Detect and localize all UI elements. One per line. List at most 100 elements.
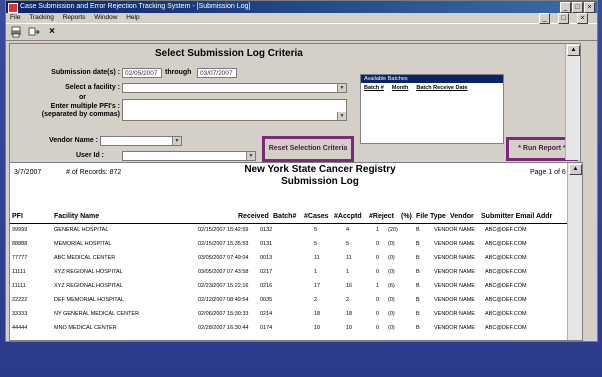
date-to-input[interactable]: 03/07/2007 xyxy=(197,68,237,78)
records-label: # of Records: xyxy=(66,169,108,176)
menu-window[interactable]: Window xyxy=(94,14,117,21)
percent-cell: (6) xyxy=(388,283,395,289)
close-report-icon[interactable]: × xyxy=(46,26,58,38)
menu-tracking[interactable]: Tracking xyxy=(29,14,54,21)
refresh-icon[interactable] xyxy=(28,26,40,38)
rejected-cell: 0 xyxy=(376,269,380,275)
chevron-down-icon[interactable]: ▼ xyxy=(246,152,255,160)
table-row[interactable]: 77777 ABC MEDICAL CENTER 03/05/2007 07:4… xyxy=(10,252,580,264)
percent-cell: (0) xyxy=(388,241,395,247)
reset-criteria-button[interactable]: Reset Selection Criteria xyxy=(262,136,354,162)
facility-cell: MEMORIAL HOSPITAL xyxy=(54,241,112,247)
facility-cell: ABC MEDICAL CENTER xyxy=(54,255,116,261)
table-row[interactable]: 88888 MEMORIAL HOSPITAL 02/15/2007 15:35… xyxy=(10,238,580,250)
pfi-cell: 88888 xyxy=(12,241,28,247)
scroll-up-icon[interactable]: ▲ xyxy=(569,164,582,175)
menu-file[interactable]: File xyxy=(10,14,20,21)
rejected-cell: 0 xyxy=(376,241,380,247)
file-type-cell: B xyxy=(416,255,420,261)
file-type-cell: B xyxy=(416,227,420,233)
batch-date-header[interactable]: Batch Receive Date xyxy=(416,85,467,91)
cases-cell: 5 xyxy=(314,227,318,233)
facility-cell: NY GENERAL MEDICAL CENTER xyxy=(54,311,140,317)
vendor-select[interactable]: ▼ xyxy=(100,136,182,146)
report-scrollbar[interactable]: ▲ xyxy=(567,163,582,340)
file-type-cell: B xyxy=(416,283,420,289)
pfi-cell: 11111 xyxy=(12,283,26,289)
email-cell: ABC@DEF.COM xyxy=(485,227,527,233)
facility-cell: XYZ REGIONAL HOSPITAL xyxy=(54,283,123,289)
pfi-cell: 33333 xyxy=(12,311,28,317)
vendor-cell: VENDOR NAME xyxy=(434,255,475,261)
scroll-icon[interactable]: ▼ xyxy=(337,112,346,120)
month-header[interactable]: Month xyxy=(392,85,409,91)
rejected-cell: 0 xyxy=(376,297,380,303)
chevron-down-icon[interactable]: ▼ xyxy=(172,137,181,145)
maximize-button[interactable]: □ xyxy=(572,2,583,13)
accepted-cell: 1 xyxy=(346,269,350,275)
pfi-cell: 44444 xyxy=(12,325,28,331)
email-cell: ABC@DEF.COM xyxy=(485,269,527,275)
submission-date-label: Submission date(s) : xyxy=(51,69,120,76)
table-row[interactable]: 11111 XYZ REGIONAL HOSPITAL 02/23/2007 1… xyxy=(10,280,580,292)
batch-number-header[interactable]: Batch # xyxy=(364,85,384,91)
pfi-input[interactable]: ▼ xyxy=(122,99,347,121)
menu-help[interactable]: Help xyxy=(126,14,139,21)
percent-cell: (0) xyxy=(388,297,395,303)
records-value: 872 xyxy=(109,169,122,176)
facility-cell: DEF MEMORIAL HOSPITAL xyxy=(54,297,124,303)
criteria-scrollbar[interactable]: ▲ xyxy=(565,44,580,160)
table-row[interactable]: 99999 GENERAL HOSPITAL 02/15/2007 15:42:… xyxy=(10,224,580,236)
batch-cell: 0013 xyxy=(260,255,273,261)
facility-select[interactable]: ▼ xyxy=(122,83,347,93)
col-accepted: #Accptd xyxy=(334,213,362,220)
child-close-button[interactable]: × xyxy=(577,13,588,24)
email-cell: ABC@DEF.COM xyxy=(485,241,527,247)
printer-icon[interactable] xyxy=(10,26,22,38)
app-icon xyxy=(8,3,18,13)
cases-cell: 1 xyxy=(314,269,318,275)
cases-cell: 17 xyxy=(314,283,321,289)
chevron-down-icon[interactable]: ▼ xyxy=(337,84,346,92)
percent-cell: (0) xyxy=(388,325,395,331)
close-button[interactable]: × xyxy=(584,2,595,13)
col-submitter-email: Submitter Email Addr xyxy=(481,213,553,220)
table-row[interactable]: 33333 NY GENERAL MEDICAL CENTER 02/06/20… xyxy=(10,308,580,320)
received-cell: 02/12/2007 08:49:54 xyxy=(198,297,249,303)
col-file-type: File Type xyxy=(416,213,446,220)
accepted-cell: 18 xyxy=(346,311,353,317)
pfi-cell: 11111 xyxy=(12,269,26,275)
rejected-cell: 0 xyxy=(376,255,380,261)
percent-cell: (0) xyxy=(388,311,395,317)
table-row[interactable]: 11111 XYZ REGIONAL HOSPITAL 03/05/2007 0… xyxy=(10,266,580,278)
file-type-cell: B xyxy=(416,311,420,317)
pfi-cell: 99999 xyxy=(12,227,28,233)
vendor-cell: VENDOR NAME xyxy=(434,269,475,275)
window-title: Case Submission and Error Rejection Trac… xyxy=(20,3,251,10)
batches-header: Available Batches xyxy=(361,75,503,83)
through-label: through xyxy=(165,69,192,76)
table-row[interactable]: 44444 MNO MEDICAL CENTER 02/28/2007 16:3… xyxy=(10,322,580,334)
report-panel: 3/7/2007 # of Records: 872 New York Stat… xyxy=(9,162,583,341)
table-row[interactable]: 22222 DEF MEMORIAL HOSPITAL 02/12/2007 0… xyxy=(10,294,580,306)
vendor-label: Vendor Name : xyxy=(48,137,98,144)
col-received: Received xyxy=(238,213,269,220)
toolbar: × xyxy=(6,23,597,41)
menu-reports[interactable]: Reports xyxy=(63,14,86,21)
accepted-cell: 5 xyxy=(346,241,350,247)
accepted-cell: 10 xyxy=(346,325,353,331)
child-minimize-button[interactable]: _ xyxy=(539,13,550,24)
user-id-label: User Id : xyxy=(75,152,104,159)
vendor-cell: VENDOR NAME xyxy=(434,297,475,303)
available-batches-panel: Available Batches Batch # Month Batch Re… xyxy=(360,74,504,144)
email-cell: ABC@DEF.COM xyxy=(485,283,527,289)
user-id-select[interactable]: ▼ xyxy=(122,151,256,161)
criteria-panel: Select Submission Log Criteria Submissio… xyxy=(9,43,581,163)
minimize-button[interactable]: _ xyxy=(560,2,571,13)
facility-label: Select a facility : xyxy=(65,84,120,91)
child-restore-button[interactable]: □ xyxy=(558,13,569,24)
date-from-input[interactable]: 02/05/2007 xyxy=(122,68,162,78)
accepted-cell: 2 xyxy=(346,297,350,303)
scroll-up-icon[interactable]: ▲ xyxy=(567,45,580,56)
cases-cell: 2 xyxy=(314,297,318,303)
